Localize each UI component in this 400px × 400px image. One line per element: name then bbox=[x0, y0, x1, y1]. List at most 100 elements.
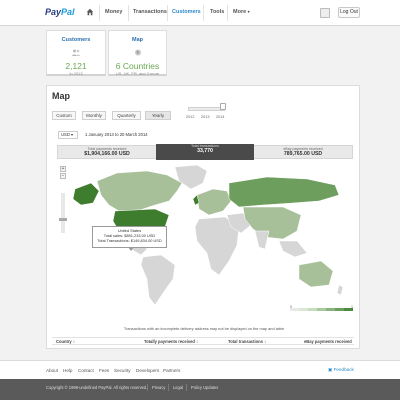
footer-link-contact[interactable]: Contact bbox=[78, 368, 94, 373]
column-label: Country bbox=[56, 339, 72, 344]
footer-divider bbox=[168, 384, 169, 391]
map-region-south-america bbox=[140, 254, 176, 306]
year-label: 2014 bbox=[216, 115, 225, 119]
user-icon[interactable] bbox=[320, 8, 330, 18]
card-title: Customers bbox=[61, 37, 91, 43]
footer-link-legal[interactable]: Legal bbox=[173, 385, 183, 390]
segment-custom[interactable]: Custom bbox=[52, 111, 76, 120]
chevron-down-icon: ▾ bbox=[247, 9, 250, 14]
nav-divider bbox=[128, 5, 129, 21]
column-label: Totally payments received bbox=[144, 339, 195, 344]
year-label: 2013 bbox=[201, 115, 210, 119]
column-label: Total transactions bbox=[228, 339, 263, 344]
stat-value: 789,765.00 USD bbox=[283, 151, 323, 157]
card-subtext: in 2013 bbox=[69, 71, 83, 76]
legend-swatch bbox=[290, 308, 299, 311]
people-icon bbox=[71, 49, 81, 56]
tooltip-line: Total Transactions: $149,834.00 USD bbox=[97, 238, 162, 243]
card-subtext: US, UK, FR, and 3 more bbox=[115, 71, 160, 76]
map-note: Transactions with an incomplete delivery… bbox=[123, 326, 285, 331]
chevron-down-icon: ▾ bbox=[71, 132, 74, 137]
segment-yearly[interactable]: Yearly bbox=[145, 111, 171, 120]
nav-more[interactable]: More ▾ bbox=[233, 9, 250, 15]
currency-select[interactable]: USD ▾ bbox=[58, 131, 78, 139]
currency-value: USD bbox=[61, 132, 70, 137]
column-payments[interactable]: Totally payments received ↕ bbox=[144, 339, 198, 344]
logout-button[interactable]: Log Out bbox=[338, 7, 360, 18]
legend-swatch bbox=[308, 308, 317, 311]
column-label: eBay payments received bbox=[304, 339, 352, 344]
map-region-new-zealand bbox=[336, 284, 344, 296]
sort-icon: ↕ bbox=[264, 339, 267, 344]
footer-legal-bar: Copyright © 1999-undefined PayPal. All r… bbox=[0, 379, 400, 400]
footer-link-partners[interactable]: Partners bbox=[163, 368, 180, 373]
globe-icon bbox=[134, 49, 141, 56]
footer-link-security[interactable]: Security bbox=[114, 368, 131, 373]
legend-swatch bbox=[344, 308, 353, 311]
panel-title: Map bbox=[52, 91, 70, 101]
map-zoom-controls: + − bbox=[60, 166, 66, 180]
column-country[interactable]: Country ↕ bbox=[56, 339, 75, 344]
card-value: 6 Countries bbox=[115, 61, 160, 71]
nav-divider bbox=[99, 5, 100, 21]
footer-link-about[interactable]: About bbox=[46, 368, 58, 373]
map-legend bbox=[290, 308, 353, 311]
customers-card[interactable]: Customers 2,121 in 2013 bbox=[46, 30, 106, 76]
map-panel: Map Custom Monthly Quarterly Yearly 2012… bbox=[46, 85, 360, 349]
paypal-logo[interactable]: PayPal bbox=[45, 7, 75, 17]
nav-divider bbox=[227, 5, 228, 21]
zoom-in-button[interactable]: + bbox=[60, 166, 66, 172]
footer-link-developers[interactable]: Developers bbox=[136, 368, 159, 373]
nav-divider bbox=[167, 5, 168, 21]
nav-divider bbox=[203, 5, 204, 21]
footer-divider bbox=[186, 384, 187, 391]
footer-link-privacy[interactable]: Privacy bbox=[152, 385, 165, 390]
legend-swatch bbox=[326, 308, 335, 311]
map-region-india bbox=[254, 230, 270, 250]
legend-swatch bbox=[299, 308, 308, 311]
card-value: 2,121 bbox=[65, 61, 87, 71]
stat-payments[interactable]: Total payments received $1,904,166.00 US… bbox=[58, 147, 156, 159]
top-nav-bar: PayPal Money Transactions Customers Tool… bbox=[0, 0, 400, 26]
legend-swatch bbox=[317, 308, 326, 311]
column-ebay[interactable]: eBay payments received bbox=[304, 339, 352, 344]
nav-money[interactable]: Money bbox=[105, 9, 122, 15]
zoom-slider-track[interactable] bbox=[61, 193, 65, 233]
stat-value: 33,770 bbox=[197, 148, 213, 154]
map-region-southeast-asia bbox=[278, 240, 308, 258]
nav-customers[interactable]: Customers bbox=[172, 9, 201, 15]
map-region-alaska bbox=[72, 182, 100, 206]
footer-link-help[interactable]: Help bbox=[63, 368, 72, 373]
feedback-link[interactable]: ▣ Feedback bbox=[328, 367, 354, 373]
footer-link-fees[interactable]: Fees bbox=[99, 368, 109, 373]
segment-quarterly[interactable]: Quarterly bbox=[112, 111, 141, 120]
stat-ebay[interactable]: eBay payments received 789,765.00 USD bbox=[254, 147, 352, 159]
year-slider-handle[interactable] bbox=[220, 103, 226, 110]
footer-link-policy-updates[interactable]: Policy Updates bbox=[191, 385, 218, 390]
sort-icon: ↕ bbox=[196, 339, 199, 344]
stat-transactions[interactable]: Total transactions 33,770 bbox=[156, 144, 254, 160]
map-tooltip: United States Total sales: $891,233.00 U… bbox=[92, 226, 167, 251]
stat-value: $1,904,166.00 USD bbox=[84, 151, 130, 157]
nav-transactions[interactable]: Transactions bbox=[133, 9, 167, 15]
home-icon[interactable] bbox=[86, 8, 94, 16]
card-title: Map bbox=[132, 37, 143, 43]
map-card[interactable]: Map 6 Countries US, UK, FR, and 3 more bbox=[108, 30, 167, 76]
nav-tools[interactable]: Tools bbox=[210, 9, 224, 15]
segment-monthly[interactable]: Monthly bbox=[82, 111, 106, 120]
zoom-out-button[interactable]: − bbox=[60, 173, 66, 179]
map-region-canada bbox=[96, 170, 183, 212]
footer-divider bbox=[147, 384, 148, 391]
footer-links-bar: About Help Contact Fees Security Develop… bbox=[0, 360, 400, 379]
sort-icon: ↕ bbox=[72, 339, 75, 344]
column-transactions[interactable]: Total transactions ↕ bbox=[228, 339, 266, 344]
feedback-label: Feedback bbox=[333, 367, 354, 372]
legend-swatch bbox=[335, 308, 344, 311]
nav-more-label: More bbox=[233, 9, 247, 15]
zoom-slider-handle[interactable] bbox=[59, 218, 67, 221]
stats-bar: Total payments received $1,904,166.00 US… bbox=[57, 144, 353, 160]
map-region-europe bbox=[196, 188, 232, 216]
map-region-asia bbox=[242, 206, 302, 240]
map-region-australia bbox=[298, 260, 334, 288]
date-range: 1 January 2014 to 20 March 2014 bbox=[85, 132, 148, 137]
